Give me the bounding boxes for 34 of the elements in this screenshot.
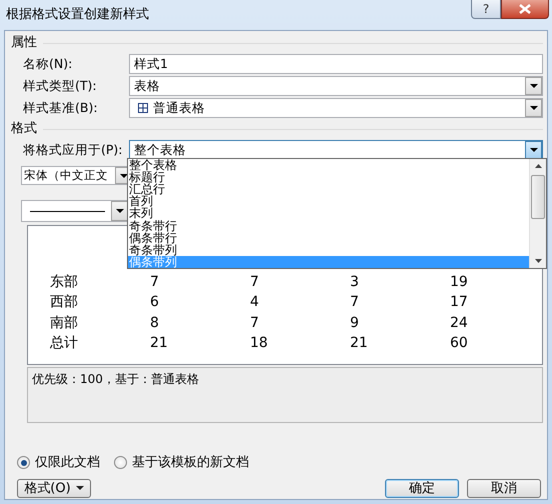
table-cell-text: 21 (150, 334, 169, 354)
dropdown-value: 整个表格 (134, 140, 186, 159)
radio-label: 仅限此文档 (35, 454, 100, 472)
dropdown-value: 表格 (134, 76, 160, 95)
table-cell-text: 7 (250, 272, 260, 292)
table-cell-text: 24 (450, 314, 469, 333)
field-label: 样式基准(B): (23, 98, 99, 117)
window-title: 根据格式设置创建新样式 (6, 6, 149, 24)
dropdown-value: 普通表格 (153, 98, 205, 117)
dropdown-value: 宋体（中文正文 (24, 166, 108, 184)
section-heading: 属性 (11, 34, 37, 52)
table-cell-text: 60 (450, 334, 469, 354)
table-cell-text: 南部 (50, 314, 79, 333)
table-cell-text: 西部 (50, 293, 79, 312)
table-cell-text: 18 (250, 334, 269, 354)
table-cell-text: 总计 (50, 334, 79, 354)
field-label: 将格式应用于(P): (23, 140, 124, 159)
table-cell-text: 7 (350, 293, 360, 312)
description-text: 优先级：100，基于：普通表格 (27, 367, 543, 423)
table-cell-text: 7 (250, 314, 260, 333)
table-cell-text: 7 (150, 272, 160, 292)
table-cell-text: 东部 (50, 272, 79, 292)
table-cell-text: 6 (150, 293, 160, 312)
table-cell-text: 8 (150, 314, 160, 333)
section-heading: 格式 (11, 120, 37, 138)
table-cell-text: 17 (450, 293, 469, 312)
table-cell-text: 4 (250, 293, 260, 312)
radio-label: 基于该模板的新文档 (132, 454, 249, 472)
field-label: 名称(N): (23, 54, 74, 73)
field-label: 样式类型(T): (23, 76, 98, 95)
table-cell-text: 21 (350, 334, 369, 354)
table-cell-text: 19 (450, 272, 469, 292)
table-cell-text: 3 (350, 272, 360, 292)
table-cell-text: 9 (350, 314, 360, 333)
